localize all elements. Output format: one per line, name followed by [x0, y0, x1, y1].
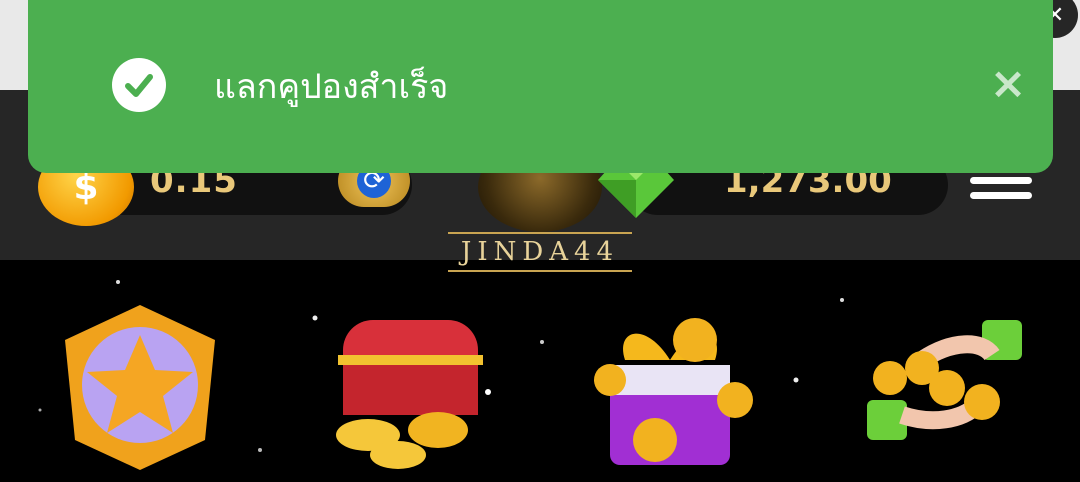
gift-box-icon[interactable] — [585, 300, 755, 475]
coin-exchange-icon[interactable] — [862, 300, 1032, 475]
toast-close-icon[interactable]: × — [986, 62, 1030, 106]
toast-message: แลกคูปองสำเร็จ — [214, 67, 449, 107]
star-badge-icon[interactable] — [55, 300, 225, 475]
success-toast: แลกคูปองสำเร็จ × — [28, 0, 1053, 173]
check-circle-icon — [112, 58, 166, 112]
treasure-chest-icon[interactable] — [318, 300, 488, 475]
